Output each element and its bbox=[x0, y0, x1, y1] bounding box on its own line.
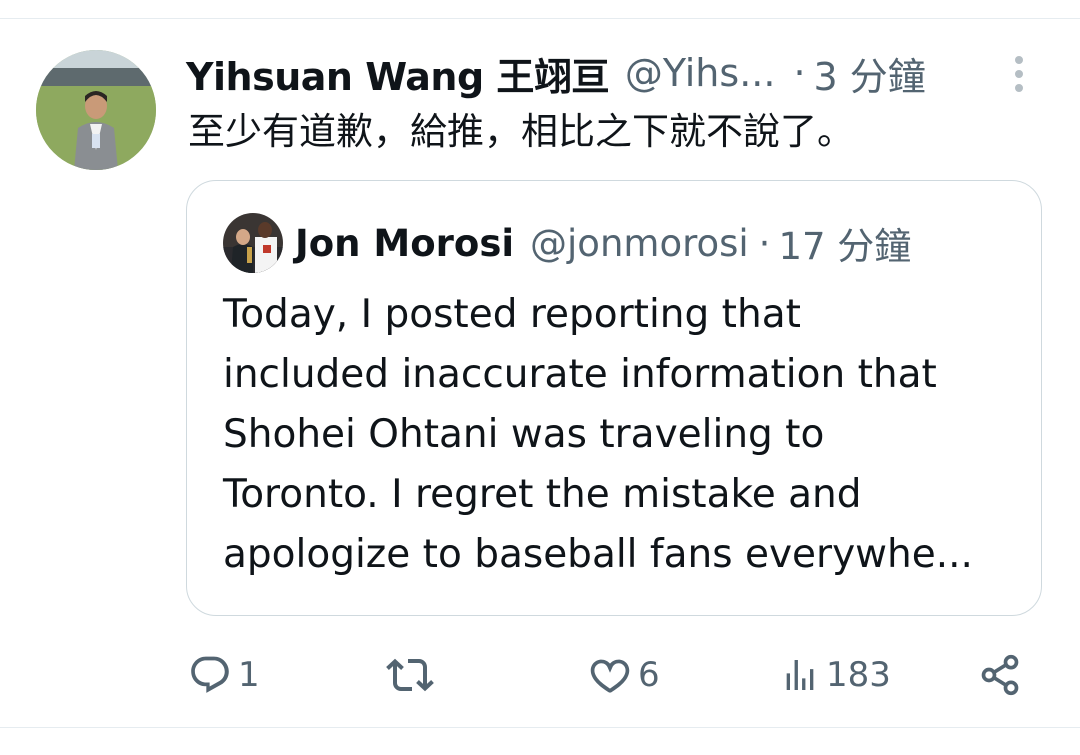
heart-icon bbox=[590, 659, 630, 693]
share-icon bbox=[981, 654, 1019, 696]
tweet-header: Yihsuan Wang 王翊亘 @Yihs... · 3 分鐘 bbox=[186, 46, 926, 100]
reply-button[interactable]: 1 bbox=[188, 645, 260, 705]
views-count: 183 bbox=[826, 655, 891, 695]
header-separator: · bbox=[793, 51, 806, 95]
author-handle[interactable]: @Yihs... bbox=[625, 51, 776, 95]
share-button[interactable] bbox=[978, 645, 1022, 705]
author-avatar[interactable] bbox=[36, 50, 156, 170]
quoted-tweet-header: Jon Morosi @jonmorosi · 17 分鐘 bbox=[295, 215, 911, 271]
views-button[interactable]: 183 bbox=[780, 645, 891, 705]
quoted-tweet-text: Today, I posted reporting that included … bbox=[223, 285, 1013, 585]
quoted-author-display-name: Jon Morosi bbox=[295, 221, 515, 265]
more-options-button[interactable] bbox=[1004, 54, 1034, 94]
quoted-text-line: apologize to baseball fans everywhe... bbox=[223, 532, 973, 577]
top-divider bbox=[0, 18, 1080, 19]
like-count: 6 bbox=[638, 655, 660, 695]
quoted-text-line: Toronto. I regret the mistake and bbox=[223, 472, 862, 517]
quoted-tweet-timestamp: 17 分鐘 bbox=[778, 225, 912, 268]
bottom-divider bbox=[0, 727, 1080, 728]
more-vertical-icon bbox=[1015, 56, 1023, 92]
quoted-header-separator: · bbox=[758, 221, 771, 265]
reply-icon bbox=[191, 656, 229, 693]
quoted-tweet-card[interactable]: Jon Morosi @jonmorosi · 17 分鐘 Today, I p… bbox=[186, 180, 1042, 616]
retweet-button[interactable] bbox=[384, 645, 442, 705]
quoted-text-line: included inaccurate information that bbox=[223, 352, 937, 397]
views-icon bbox=[786, 660, 814, 690]
retweet-icon bbox=[386, 658, 434, 692]
quoted-author-avatar bbox=[223, 213, 283, 273]
tweet-timestamp[interactable]: 3 分鐘 bbox=[814, 46, 926, 101]
quoted-author-handle: @jonmorosi bbox=[530, 221, 749, 265]
like-button[interactable]: 6 bbox=[588, 645, 660, 705]
quoted-text-line: Today, I posted reporting that bbox=[223, 292, 801, 337]
quoted-text-line: Shohei Ohtani was traveling to bbox=[223, 412, 825, 457]
author-display-name[interactable]: Yihsuan Wang 王翊亘 bbox=[186, 46, 609, 101]
tweet-text: 至少有道歉，給推，相比之下就不說了。 bbox=[188, 110, 854, 153]
tweet-action-bar: 1 6 183 bbox=[0, 645, 1080, 705]
reply-count: 1 bbox=[238, 655, 260, 695]
